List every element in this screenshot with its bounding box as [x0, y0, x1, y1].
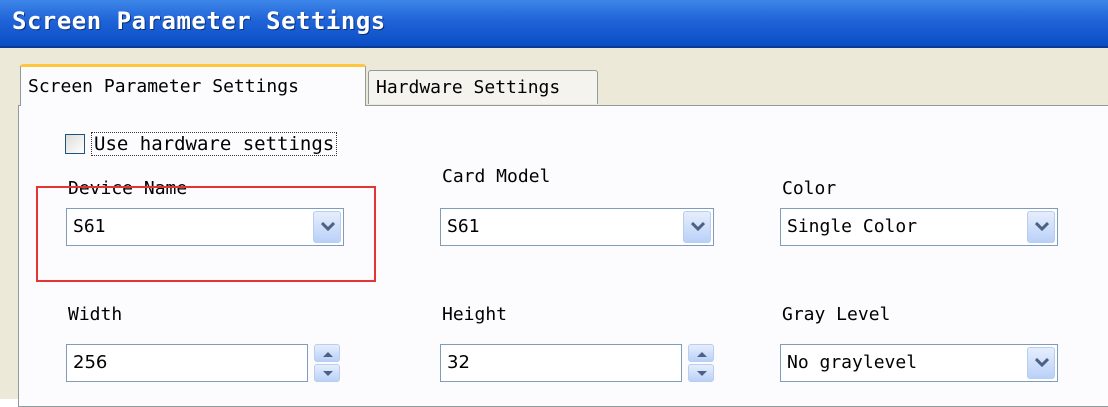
- chevron-down-icon: [691, 222, 705, 232]
- height-value: 32: [447, 352, 470, 373]
- width-decrement-button[interactable]: [314, 364, 340, 382]
- chevron-down-icon: [321, 222, 335, 232]
- height-label: Height: [442, 304, 508, 325]
- arrow-up-icon: [323, 352, 333, 357]
- use-hardware-settings-checkbox[interactable]: [65, 134, 85, 154]
- gray-level-label: Gray Level: [782, 304, 891, 325]
- gray-level-dropdown-button[interactable]: [1027, 347, 1055, 379]
- height-decrement-button[interactable]: [688, 364, 714, 382]
- height-input[interactable]: 32: [440, 344, 682, 382]
- height-spinner[interactable]: [688, 344, 714, 382]
- gray-level-value: No graylevel: [787, 352, 918, 373]
- width-value: 256: [73, 352, 108, 373]
- arrow-up-icon: [697, 352, 707, 357]
- card-model-dropdown-button[interactable]: [683, 211, 711, 243]
- window-title: Screen Parameter Settings: [12, 7, 386, 35]
- width-increment-button[interactable]: [314, 344, 340, 362]
- color-label: Color: [782, 178, 837, 199]
- use-hardware-settings-label[interactable]: Use hardware settings: [91, 132, 338, 156]
- width-spinner[interactable]: [314, 344, 340, 382]
- tab-hardware-settings[interactable]: Hardware Settings: [368, 70, 598, 104]
- arrow-down-icon: [323, 371, 333, 376]
- card-model-select[interactable]: S61: [440, 208, 714, 246]
- color-value: Single Color: [787, 216, 918, 237]
- tab-screen-parameter-settings[interactable]: Screen Parameter Settings: [20, 64, 366, 106]
- chevron-down-icon: [1035, 222, 1049, 232]
- width-label: Width: [68, 304, 123, 325]
- height-increment-button[interactable]: [688, 344, 714, 362]
- card-model-label: Card Model: [442, 166, 551, 187]
- device-name-select[interactable]: S61: [66, 208, 344, 246]
- arrow-down-icon: [697, 371, 707, 376]
- card-model-value: S61: [447, 216, 480, 237]
- window-title-bar: Screen Parameter Settings: [0, 0, 1108, 48]
- device-name-label: Device Name: [68, 178, 188, 199]
- device-name-value: S61: [73, 216, 106, 237]
- chevron-down-icon: [1035, 358, 1049, 368]
- width-input[interactable]: 256: [66, 344, 308, 382]
- device-name-dropdown-button[interactable]: [313, 211, 341, 243]
- gray-level-select[interactable]: No graylevel: [780, 344, 1058, 382]
- color-dropdown-button[interactable]: [1027, 211, 1055, 243]
- color-select[interactable]: Single Color: [780, 208, 1058, 246]
- dialog-body: Screen Parameter Settings Hardware Setti…: [0, 48, 1108, 407]
